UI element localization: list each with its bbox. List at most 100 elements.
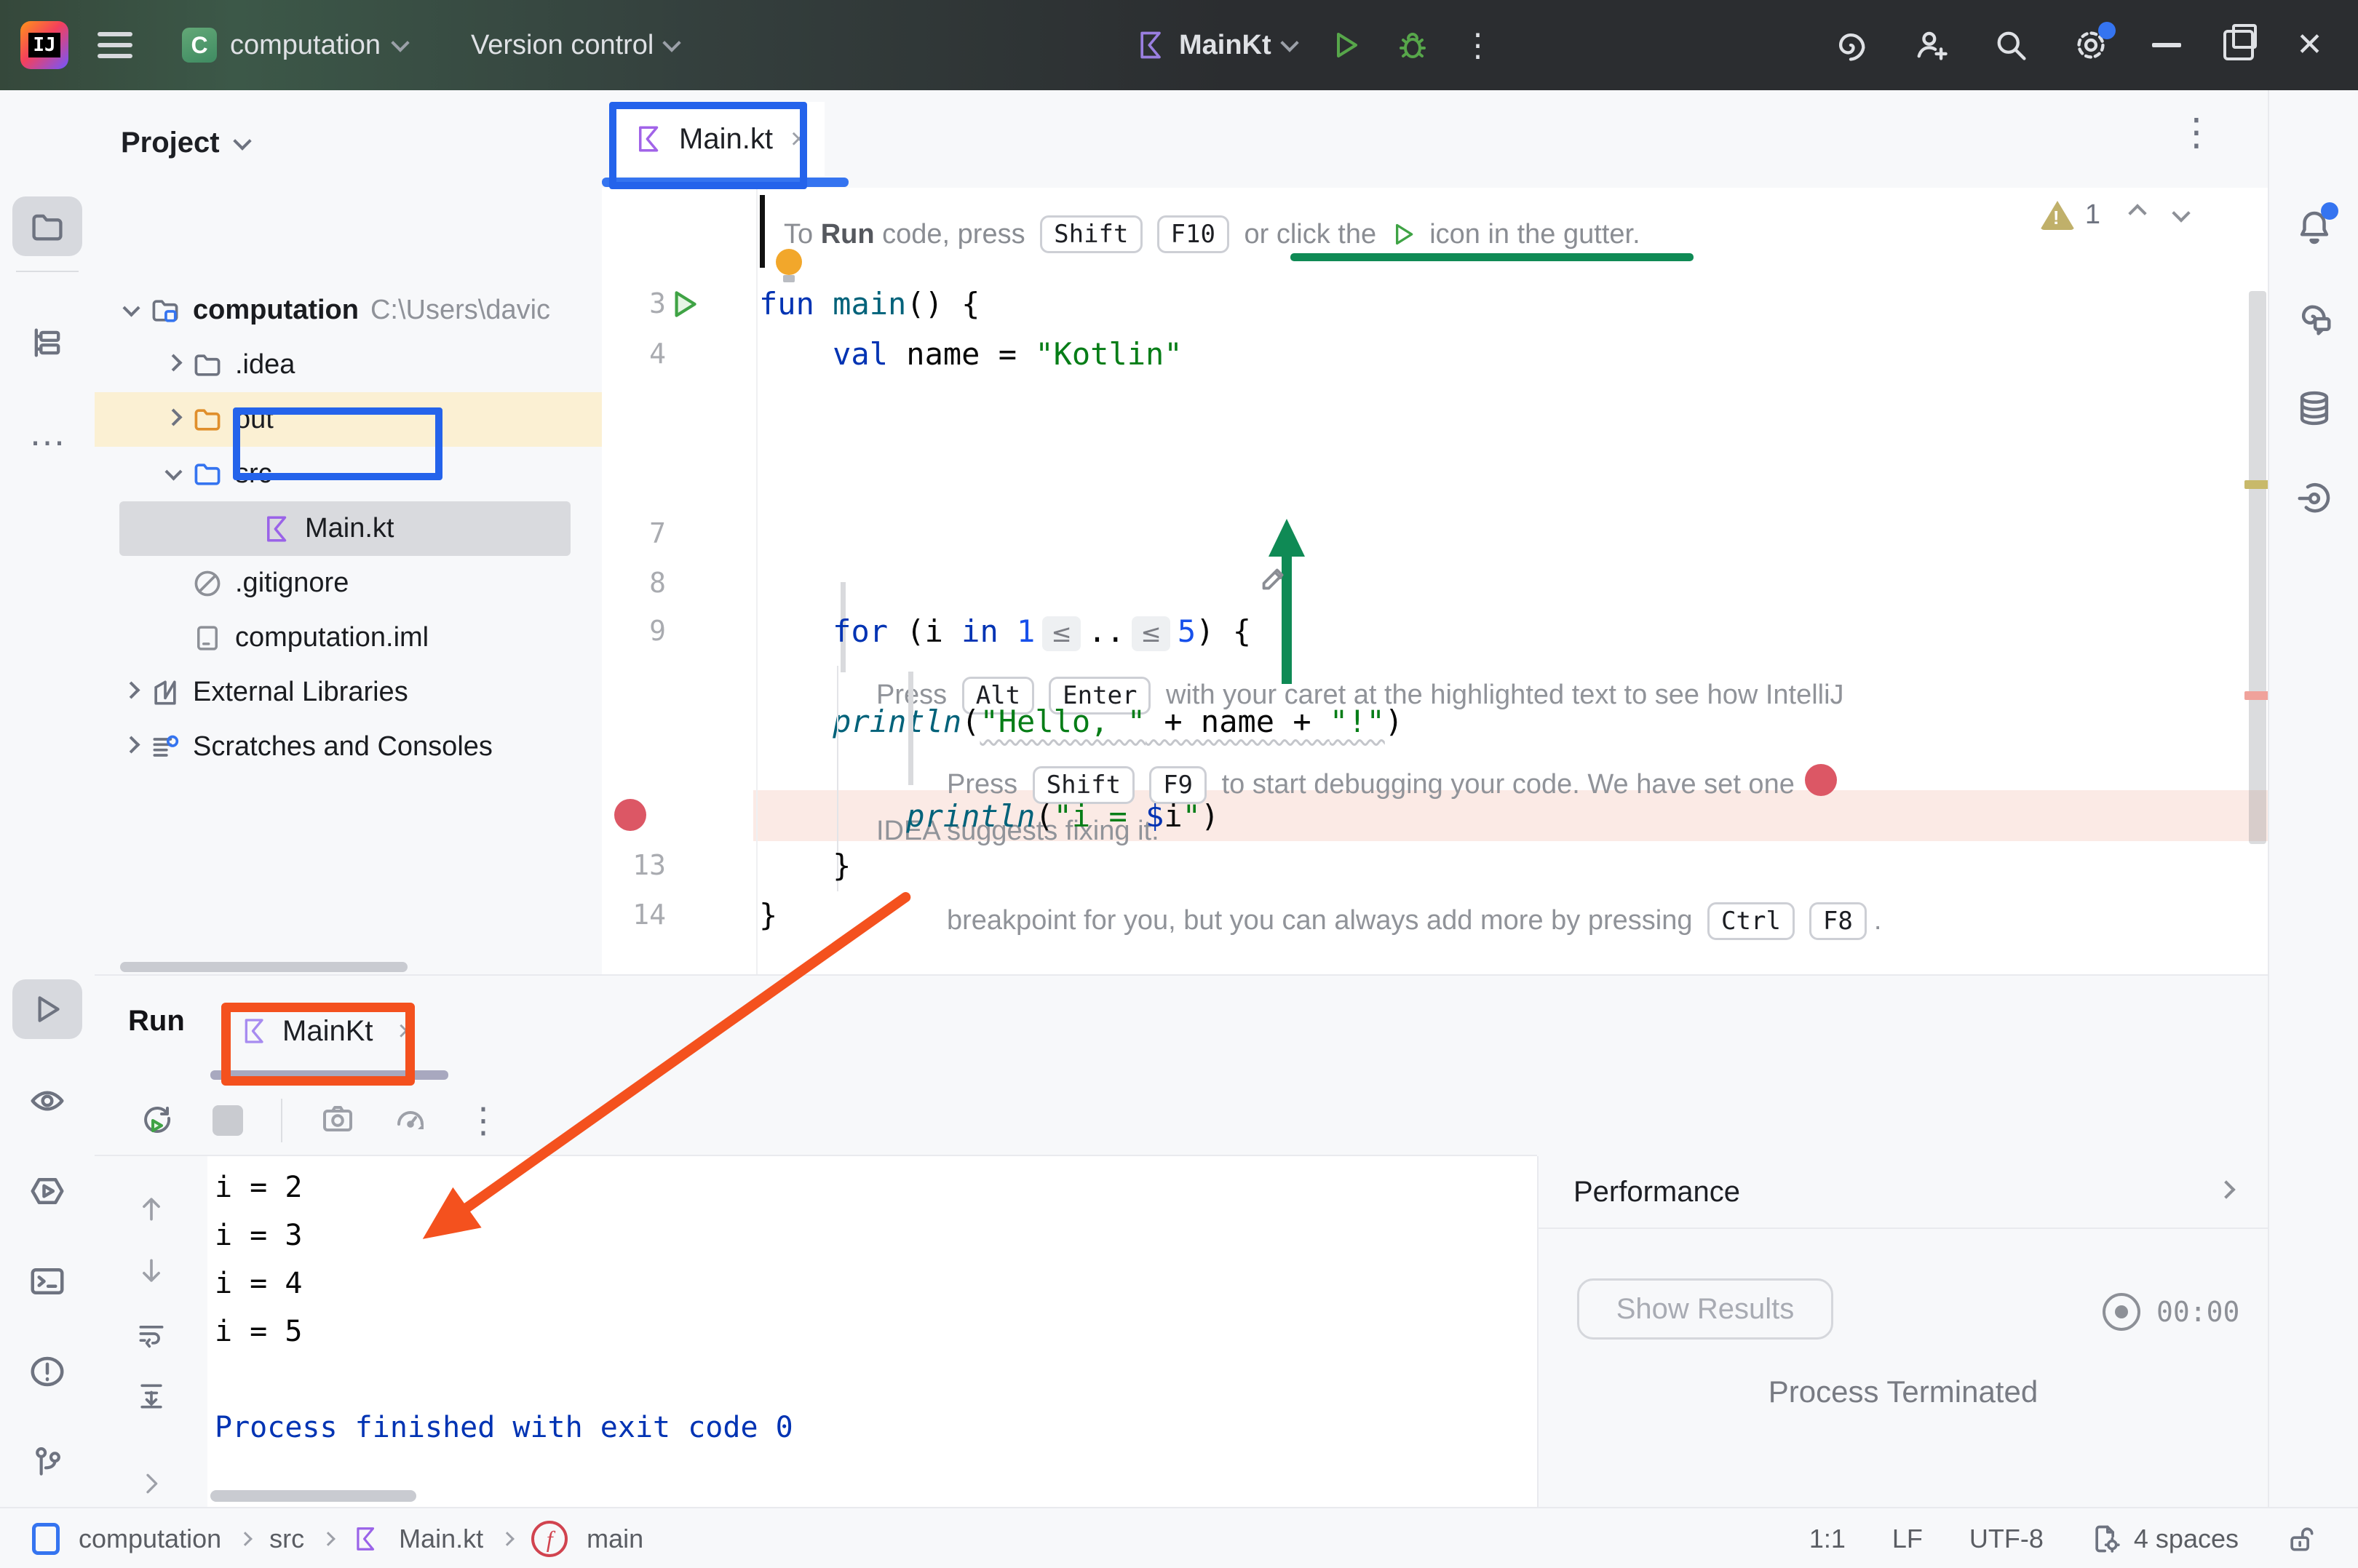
problems-tool-button[interactable] xyxy=(12,1342,82,1401)
right-tool-window-stripe xyxy=(2268,90,2358,1507)
tree-item-idea[interactable]: .idea xyxy=(95,338,675,392)
tab-options-button[interactable]: ⋮ xyxy=(2178,111,2215,154)
tree-item-scratches[interactable]: Scratches and Consoles xyxy=(95,720,632,774)
warning-stripe-mark[interactable] xyxy=(2244,480,2268,489)
settings-notification-dot xyxy=(2098,22,2116,39)
tutorial-banner-line: To Run code, press ShiftF10 or click the… xyxy=(784,210,1640,259)
tree-item-gitignore[interactable]: .gitignore xyxy=(95,556,675,610)
profiler-button[interactable] xyxy=(393,1101,428,1139)
left-tool-window-stripe: … xyxy=(0,90,96,1507)
chevron-down-icon xyxy=(1280,33,1298,52)
project-widget[interactable]: C computation xyxy=(182,28,407,63)
database-icon[interactable] xyxy=(2295,389,2334,431)
inspection-widget[interactable]: 1 xyxy=(2040,199,2188,231)
tree-item-computation-iml[interactable]: computation.iml xyxy=(95,610,675,665)
project-view-selector[interactable]: Project xyxy=(121,127,249,159)
performance-timer: 00:00 xyxy=(2156,1296,2239,1328)
console-text: i = 2i = 3i = 4i = 5 Process finished wi… xyxy=(215,1163,793,1452)
status-bar: computation src Main.kt f main 1:1 LF UT… xyxy=(0,1507,2358,1568)
caret-position-widget[interactable]: 1:1 xyxy=(1809,1524,1846,1554)
expand-console-button[interactable] xyxy=(137,1469,166,1502)
run-tool-button[interactable] xyxy=(12,979,82,1039)
editor-tab-bar: Main.kt × ⋮ xyxy=(602,90,2268,189)
warning-count: 1 xyxy=(2085,199,2100,231)
breadcrumb-project[interactable]: computation xyxy=(79,1524,221,1554)
line-number: 3 xyxy=(602,279,666,329)
radar-icon[interactable] xyxy=(2295,479,2334,522)
code-line-3: fun main() { xyxy=(759,279,980,329)
warning-icon xyxy=(2040,201,2075,230)
lock-icon[interactable] xyxy=(2285,1523,2317,1555)
inline-hint-debug: Press ShiftF9 to start debugging your co… xyxy=(908,672,1881,785)
run-configuration-selector[interactable]: MainKt xyxy=(1135,29,1296,61)
code-editor[interactable]: To Run code, press ShiftF10 or click the… xyxy=(602,188,2268,974)
more-tool-windows-button[interactable]: … xyxy=(12,403,82,463)
stop-button[interactable] xyxy=(213,1105,243,1136)
run-options-button[interactable]: ⋮ xyxy=(466,1100,501,1141)
stripe-divider xyxy=(16,271,79,272)
breadcrumb-function[interactable]: main xyxy=(587,1524,643,1554)
kbd-ctrl: Ctrl xyxy=(1707,902,1795,940)
notifications-bell-icon[interactable] xyxy=(2295,207,2334,246)
breadcrumb-src[interactable]: src xyxy=(269,1524,304,1554)
console-action-bar xyxy=(95,1156,207,1508)
run-line-icon[interactable] xyxy=(666,286,702,322)
source-folder-icon xyxy=(191,458,223,490)
kotlin-file-icon xyxy=(352,1525,380,1553)
tree-item-external-libraries[interactable]: External Libraries xyxy=(95,665,632,720)
line-ending-widget[interactable]: LF xyxy=(1892,1524,1923,1554)
services-tool-button[interactable] xyxy=(12,1161,82,1221)
settings-button[interactable] xyxy=(2072,26,2110,64)
vcs-menu-button[interactable]: Version control xyxy=(471,30,678,61)
show-results-button[interactable]: Show Results xyxy=(1577,1278,1833,1340)
process-terminated-label: Process Terminated xyxy=(1539,1374,2268,1409)
tree-item-label: computation.iml xyxy=(235,622,429,653)
eye-icon[interactable] xyxy=(12,1071,82,1131)
structure-icon[interactable] xyxy=(12,313,82,373)
soft-wrap-button[interactable] xyxy=(135,1318,167,1353)
ai-assistant-chat-icon[interactable] xyxy=(2295,298,2334,341)
indent-widget[interactable]: 4 spaces xyxy=(2090,1523,2239,1555)
git-branch-icon[interactable] xyxy=(12,1432,82,1492)
close-button[interactable]: ✕ xyxy=(2296,29,2323,61)
chevron-right-icon[interactable] xyxy=(2217,1180,2235,1198)
editor-scrollbar[interactable] xyxy=(2249,291,2266,844)
next-problem-button[interactable] xyxy=(2172,204,2190,222)
tree-item-label: Scratches and Consoles xyxy=(193,731,493,763)
down-stacktrace-button[interactable] xyxy=(135,1255,167,1291)
console-horizontal-scrollbar[interactable] xyxy=(210,1490,416,1502)
line-number: 14 xyxy=(602,890,666,940)
folder-icon xyxy=(191,349,223,381)
minimize-button[interactable] xyxy=(2152,43,2181,47)
terminal-tool-button[interactable] xyxy=(12,1251,82,1311)
search-icon[interactable] xyxy=(1992,26,2030,64)
encoding-widget[interactable]: UTF-8 xyxy=(1969,1524,2044,1554)
run-button[interactable] xyxy=(1328,28,1363,63)
debug-button[interactable] xyxy=(1395,28,1430,63)
project-tool-button[interactable] xyxy=(12,196,82,256)
record-icon xyxy=(2103,1293,2140,1331)
project-name: computation xyxy=(230,30,381,61)
more-actions-button[interactable]: ⋮ xyxy=(1462,27,1494,64)
tree-item-label: External Libraries xyxy=(193,677,408,708)
main-menu-button[interactable] xyxy=(98,25,132,65)
tree-item-project-root[interactable]: computation C:\Users\davic xyxy=(95,283,632,338)
breakpoint-stripe-mark[interactable] xyxy=(2244,691,2268,700)
code-line-14: } xyxy=(759,890,777,940)
horizontal-scrollbar[interactable] xyxy=(120,962,408,972)
chevron-right-icon xyxy=(164,354,182,371)
ai-assistant-icon[interactable] xyxy=(1832,26,1870,64)
prev-problem-button[interactable] xyxy=(2128,204,2146,222)
scroll-to-end-button[interactable] xyxy=(135,1380,167,1416)
code-line-4: val name = "Kotlin" xyxy=(759,329,1183,379)
rerun-button[interactable] xyxy=(140,1101,175,1139)
folder-icon-excluded xyxy=(191,404,223,436)
code-with-me-icon[interactable] xyxy=(1912,26,1950,64)
breakpoint-icon[interactable] xyxy=(614,799,646,831)
chevron-right-icon xyxy=(122,681,140,699)
up-stacktrace-button[interactable] xyxy=(135,1193,167,1228)
chevron-down-icon xyxy=(391,33,409,52)
restore-button[interactable] xyxy=(2223,30,2254,60)
breadcrumb-file[interactable]: Main.kt xyxy=(399,1524,483,1554)
snapshot-button[interactable] xyxy=(320,1101,355,1139)
